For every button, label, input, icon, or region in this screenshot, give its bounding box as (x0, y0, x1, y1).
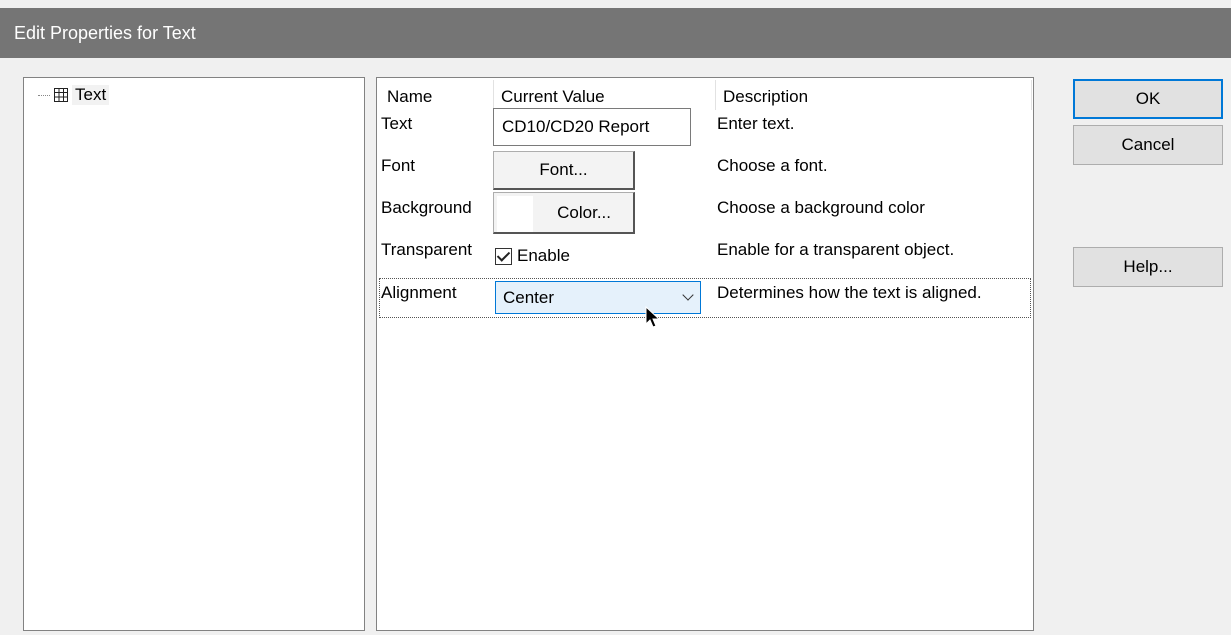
column-header-current-value[interactable]: Current Value (501, 84, 605, 110)
column-divider[interactable] (493, 80, 494, 110)
property-name-text: Text (381, 114, 413, 133)
property-name-transparent: Transparent (381, 240, 473, 259)
mouse-pointer-icon (645, 306, 661, 328)
chevron-down-icon[interactable] (682, 289, 694, 301)
property-desc-font: Choose a font. (717, 156, 828, 175)
background-color-swatch (497, 196, 533, 232)
color-button-label: Color... (557, 202, 611, 222)
column-header-name[interactable]: Name (387, 84, 432, 110)
alignment-selected-value: Center (503, 287, 555, 307)
property-desc-alignment: Determines how the text is aligned. (717, 283, 982, 302)
transparent-checkbox-control[interactable]: Enable (495, 246, 570, 266)
alignment-dropdown[interactable]: Center (495, 281, 701, 314)
cancel-button[interactable]: Cancel (1073, 125, 1223, 165)
object-tree[interactable]: Text (23, 77, 365, 631)
ok-button[interactable]: OK (1073, 79, 1223, 119)
tree-item-text[interactable]: Text (38, 84, 110, 106)
tree-item-label: Text (72, 85, 110, 105)
window-title: Edit Properties for Text (14, 22, 196, 43)
property-desc-background: Choose a background color (717, 198, 925, 217)
column-divider[interactable] (715, 80, 716, 110)
property-desc-text: Enter text. (717, 114, 795, 133)
property-name-font: Font (381, 156, 416, 175)
checkmark-icon (496, 247, 511, 262)
text-value-input[interactable]: CD10/CD20 Report (493, 108, 691, 146)
title-bar: Edit Properties for Text (0, 8, 1231, 58)
transparent-checkbox[interactable] (495, 247, 512, 265)
property-desc-transparent: Enable for a transparent object. (717, 240, 955, 259)
property-name-background: Background (381, 198, 472, 217)
property-name-alignment: Alignment (381, 283, 457, 302)
font-button[interactable]: Font... (493, 151, 635, 190)
tree-connector (38, 94, 50, 96)
column-divider[interactable] (1031, 80, 1032, 110)
help-button[interactable]: Help... (1073, 247, 1223, 287)
table-icon (54, 88, 68, 102)
column-header-description[interactable]: Description (723, 84, 808, 110)
checkbox-label: Enable (517, 246, 570, 265)
property-grid: Name Current Value Description Text CD10… (376, 77, 1034, 631)
